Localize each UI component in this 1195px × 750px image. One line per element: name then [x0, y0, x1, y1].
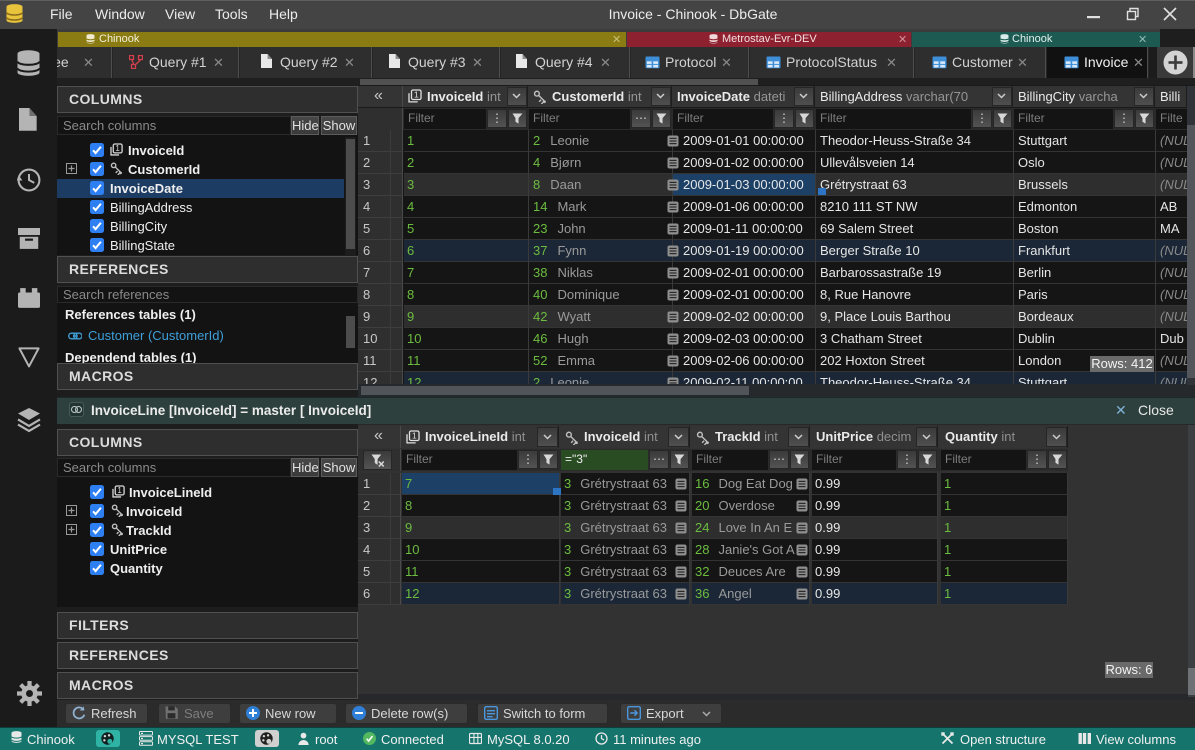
svg-text:1: 1: [117, 486, 122, 495]
svg-text:1: 1: [115, 144, 120, 153]
svg-text:1: 1: [412, 430, 417, 440]
svg-text:1: 1: [414, 89, 419, 99]
